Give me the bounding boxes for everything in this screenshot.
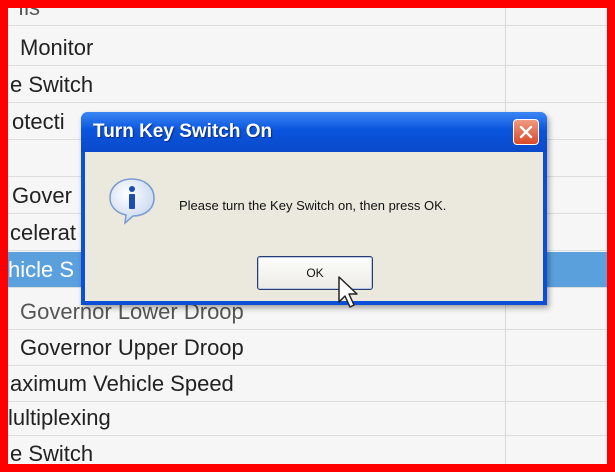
list-item[interactable]: lultiplexing [8,400,607,436]
mouse-pointer-icon [338,276,358,308]
screen-frame: ıls Monitor e Switch otecti Gover celera… [8,8,607,464]
list-item[interactable]: e Switch [8,67,607,103]
list-item-label: Governor Upper Droop [20,335,244,360]
dialog-titlebar[interactable]: Turn Key Switch On [81,112,547,152]
list-item-label: ıls [18,8,40,25]
list-item-label: e Switch [10,72,94,97]
list-item-label: Gover [12,183,72,208]
list-item-label: Monitor [20,35,94,60]
list-item-label: e Switch [10,441,94,464]
list-item[interactable]: aximum Vehicle Speed [8,366,607,402]
dialog-message: Please turn the Key Switch on, then pres… [179,198,447,213]
close-icon [519,125,533,139]
dialog-title: Turn Key Switch On [93,121,273,142]
list-item[interactable]: Governor Upper Droop [8,330,607,366]
list-item-label: lultiplexing [8,405,111,430]
close-button[interactable] [513,119,539,145]
list-item[interactable]: e Switch [8,436,607,464]
list-item-label: aximum Vehicle Speed [10,371,234,396]
dialog-body: Please turn the Key Switch on, then pres… [85,152,543,301]
list-item[interactable]: ıls [8,8,607,26]
list-item-label: hicle S [8,257,75,282]
list-item[interactable]: Monitor [8,30,607,66]
message-dialog: Turn Key Switch On Please turn the Key S… [81,112,547,305]
list-item-label: otecti [12,109,65,134]
info-icon [109,178,155,225]
list-item-label: celerat [10,220,77,245]
